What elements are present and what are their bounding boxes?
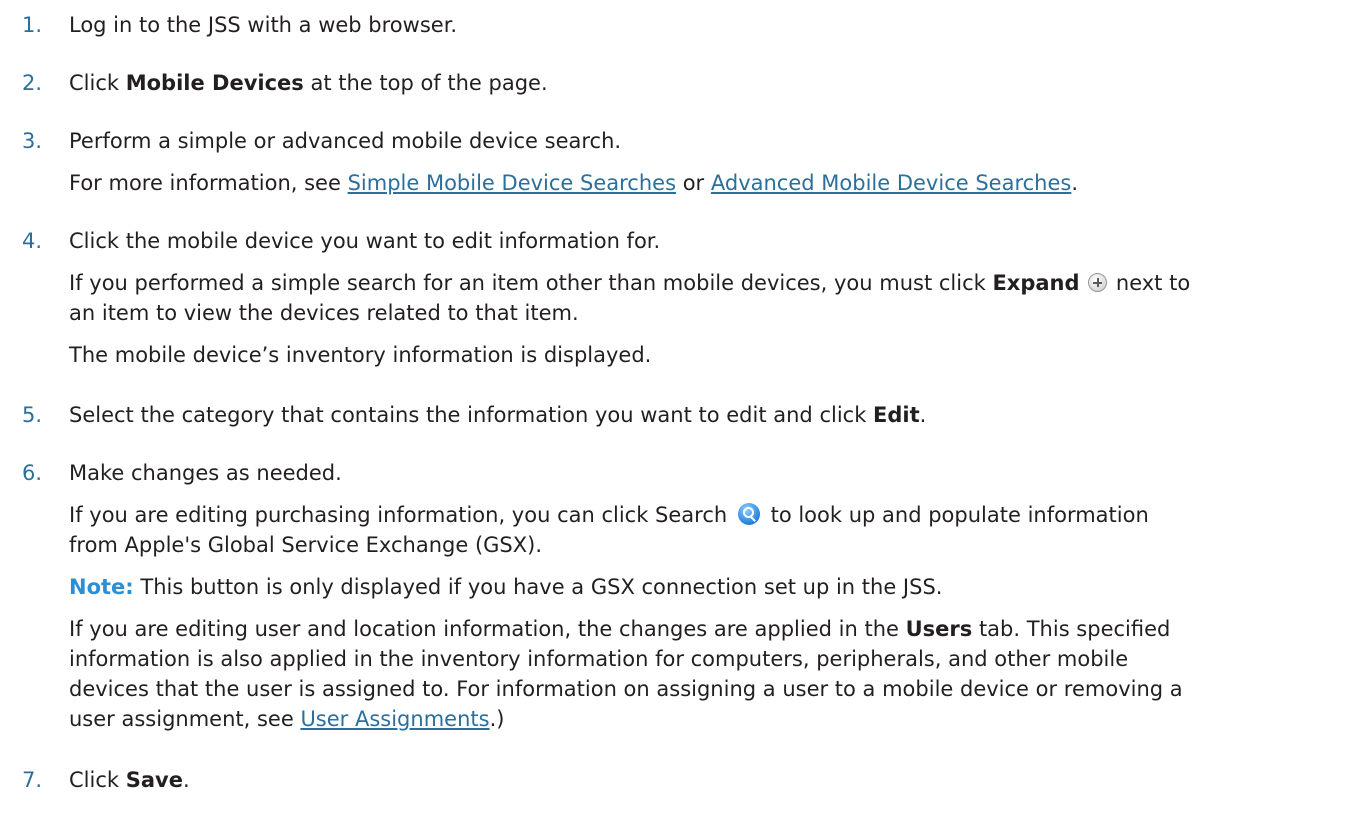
note-label: Note: bbox=[69, 575, 134, 599]
step-number: 3. bbox=[22, 129, 43, 153]
ui-term-expand: Expand bbox=[992, 271, 1080, 295]
step-number: 6. bbox=[22, 461, 43, 485]
step-subtext: user assignment, see User Assignments.) bbox=[69, 707, 505, 731]
note: Note: This button is only displayed if y… bbox=[69, 575, 943, 599]
plus-circle-icon bbox=[1088, 273, 1108, 292]
link-advanced-mobile-device-searches[interactable]: Advanced Mobile Device Searches bbox=[711, 171, 1071, 195]
step-text: Log in to the JSS with a web browser. bbox=[69, 13, 458, 37]
step-number: 2. bbox=[22, 71, 43, 95]
step-text: Click Save. bbox=[69, 768, 190, 792]
step-subtext: If you are editing purchasing informatio… bbox=[69, 503, 1149, 527]
step-text: Click the mobile device you want to edit… bbox=[69, 229, 661, 253]
magnifier-icon bbox=[737, 503, 760, 525]
step-subtext: If you are editing user and location inf… bbox=[69, 617, 1171, 641]
ui-term-edit: Edit bbox=[873, 403, 920, 427]
step-subtext: an item to view the devices related to t… bbox=[69, 301, 579, 325]
step-number: 1. bbox=[22, 13, 43, 37]
step-number: 4. bbox=[22, 229, 43, 253]
step-subtext: information is also applied in the inven… bbox=[69, 647, 1129, 671]
ui-term-save: Save bbox=[125, 768, 183, 792]
procedure-document: 1. Log in to the JSS with a web browser.… bbox=[0, 0, 1364, 826]
step-subtext: For more information, see Simple Mobile … bbox=[69, 171, 1079, 195]
link-user-assignments[interactable]: User Assignments bbox=[300, 707, 489, 731]
step-subtext: devices that the user is assigned to. Fo… bbox=[69, 677, 1183, 701]
step-text: Select the category that contains the in… bbox=[69, 403, 927, 427]
step-text: Perform a simple or advanced mobile devi… bbox=[69, 129, 622, 153]
step-number: 5. bbox=[22, 403, 43, 427]
ui-term-mobile-devices: Mobile Devices bbox=[125, 71, 304, 95]
step-subtext: from Apple's Global Service Exchange (GS… bbox=[69, 533, 543, 557]
ui-term-users: Users bbox=[905, 617, 973, 641]
step-number: 7. bbox=[22, 768, 43, 792]
step-text: Make changes as needed. bbox=[69, 461, 342, 485]
step-subtext: If you performed a simple search for an … bbox=[69, 271, 1191, 295]
link-simple-mobile-device-searches[interactable]: Simple Mobile Device Searches bbox=[348, 171, 676, 195]
step-result: The mobile device’s inventory informatio… bbox=[69, 343, 652, 367]
step-text: Click Mobile Devices at the top of the p… bbox=[69, 71, 548, 95]
